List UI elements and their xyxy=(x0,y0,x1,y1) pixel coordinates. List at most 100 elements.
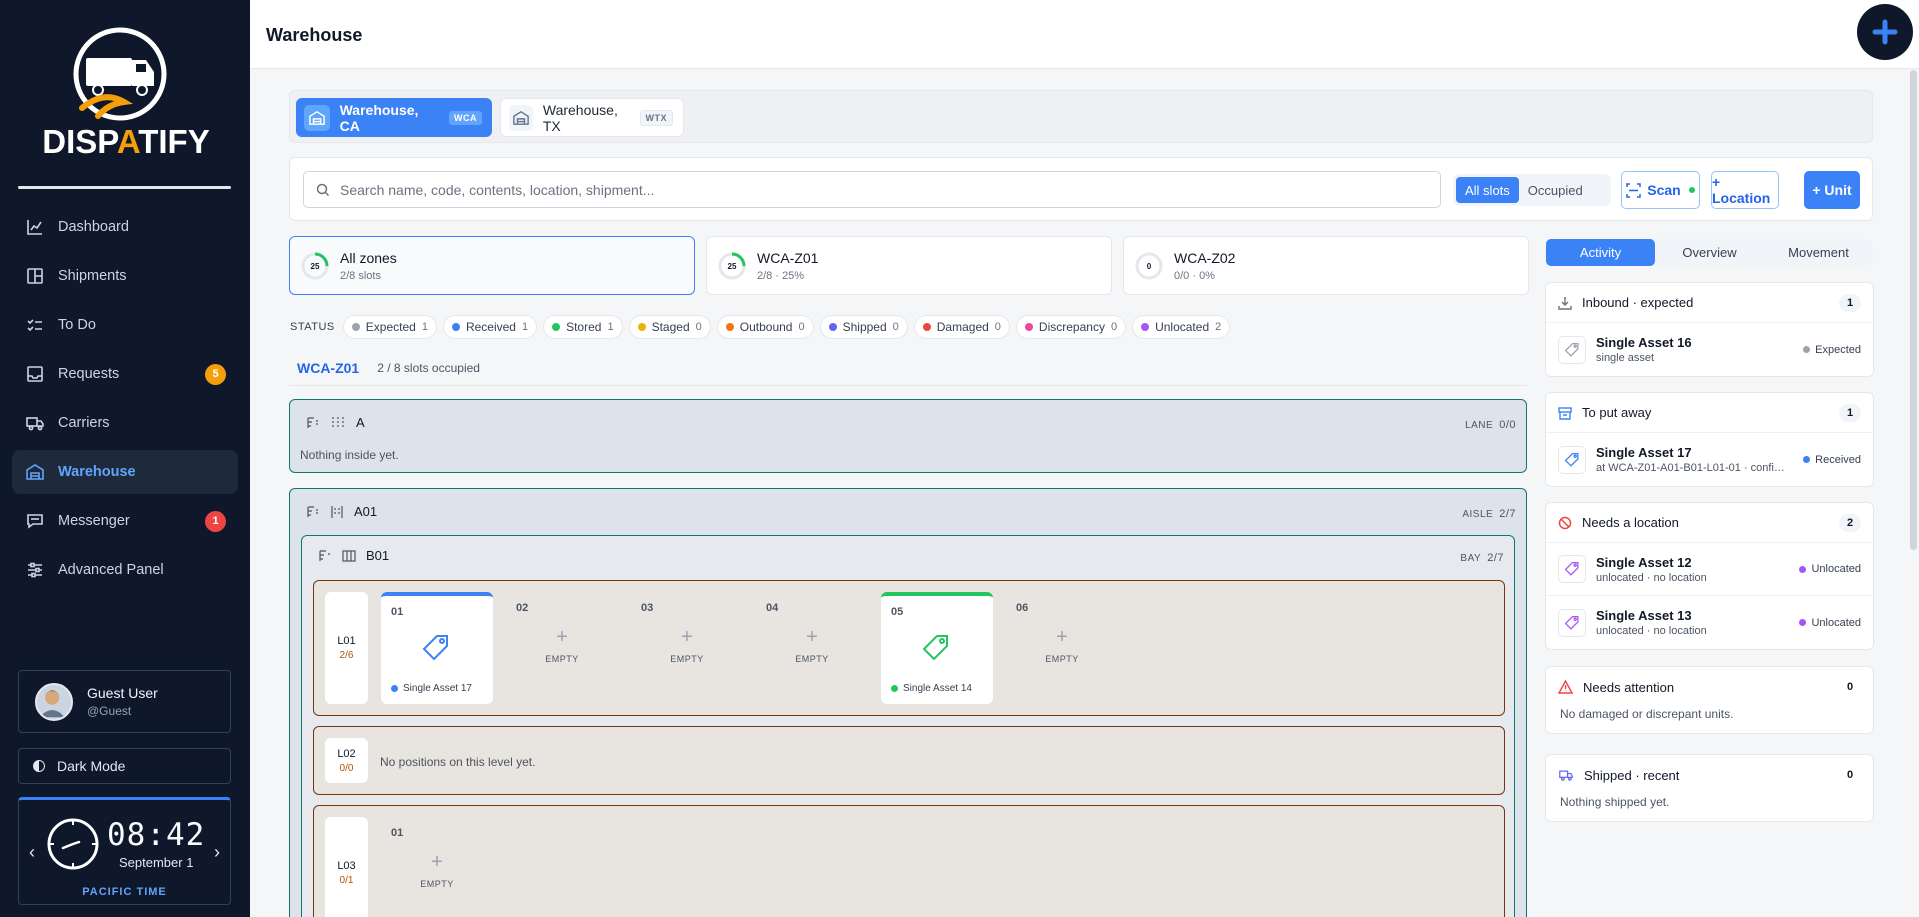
chip-label: Discrepancy xyxy=(1038,320,1105,334)
quick-add-button[interactable] xyxy=(1857,4,1913,60)
status-chip-damaged[interactable]: Damaged 0 xyxy=(913,315,1010,339)
dark-mode-toggle[interactable]: Dark Mode xyxy=(18,748,231,784)
hierarchy-icon xyxy=(319,549,330,561)
scan-label: Scan xyxy=(1647,182,1681,198)
slot-content: Single Asset 17 xyxy=(391,683,472,694)
status-chip-unlocated[interactable]: Unlocated 2 xyxy=(1132,315,1231,339)
status-chip-expected[interactable]: Expected 1 xyxy=(342,315,437,339)
download-icon xyxy=(1558,296,1572,310)
slot-number: 01 xyxy=(391,606,404,618)
filter-all-slots[interactable]: All slots xyxy=(1456,177,1519,203)
sidebar-item-shipments[interactable]: Shipments xyxy=(12,254,238,298)
list-item[interactable]: Single Asset 13 unlocated · no location U… xyxy=(1546,596,1873,649)
clock-timezone: PACIFIC TIME xyxy=(82,886,167,898)
slot-01[interactable]: 01 + EMPTY xyxy=(381,817,493,917)
card-count: 0 xyxy=(1846,769,1854,781)
status-chip-received[interactable]: Received 1 xyxy=(442,315,538,339)
aisle-card[interactable]: A01 AISLE 2/7 B01 BAY 2/7 L01 2/6 01 Singl… xyxy=(289,488,1527,917)
chip-count: 0 xyxy=(695,321,702,333)
warehouse-code: WTX xyxy=(639,109,673,126)
zone-card-wca-z01[interactable]: 25 WCA-Z01 2/8 · 25% xyxy=(706,236,1112,295)
dispatify-logo[interactable]: DISPATIFY xyxy=(24,20,229,160)
sidebar-item-todo[interactable]: To Do xyxy=(12,303,238,347)
scan-button[interactable]: Scan xyxy=(1621,171,1700,209)
sidebar-item-dashboard[interactable]: Dashboard xyxy=(12,205,238,249)
clock-next-button[interactable]: › xyxy=(214,842,220,863)
sidebar-item-carriers[interactable]: Carriers xyxy=(12,401,238,445)
bay-name: B01 xyxy=(366,548,390,563)
zone-subtitle: 2/8 · 25% xyxy=(757,269,805,282)
status-chip-shipped[interactable]: Shipped 0 xyxy=(819,315,908,339)
level-tag[interactable]: L02 0/0 xyxy=(325,738,368,783)
sidebar-item-messenger[interactable]: Messenger 1 xyxy=(12,499,238,543)
add-location-button[interactable]: + Location xyxy=(1711,171,1779,209)
needs-attention-card: Needs attention 0 No damaged or discrepa… xyxy=(1545,666,1874,734)
page-scrollbar[interactable] xyxy=(1910,70,1917,550)
status-dot xyxy=(637,323,646,331)
tab-movement[interactable]: Movement xyxy=(1764,239,1873,266)
status-dot xyxy=(351,323,360,331)
svg-text:25: 25 xyxy=(311,262,320,271)
page-title: Warehouse xyxy=(266,25,363,45)
status-dot xyxy=(451,323,460,331)
card-count: 1 xyxy=(1839,403,1861,422)
clock-time: 08:42 xyxy=(107,817,206,853)
progress-ring: 25 xyxy=(718,252,746,279)
bay-card[interactable]: B01 BAY 2/7 L01 2/6 01 Single Asset 17 02… xyxy=(301,535,1515,917)
level-row-l03: L03 0/1 01 + EMPTY xyxy=(313,805,1505,917)
search-box xyxy=(303,171,1441,208)
search-input[interactable] xyxy=(340,181,1340,198)
zone-section-header: WCA-Z01 2 / 8 slots occupied xyxy=(297,360,480,376)
level-tag[interactable]: L01 2/6 xyxy=(325,592,368,704)
chip-label: Staged xyxy=(651,320,690,334)
status-dot xyxy=(1024,323,1033,331)
slot-number: 05 xyxy=(891,606,904,618)
user-card[interactable]: Guest User @Guest xyxy=(18,670,231,733)
lane-card[interactable]: A LANE 0/0 Nothing inside yet. xyxy=(289,399,1527,473)
slot-03[interactable]: 03 + EMPTY xyxy=(631,592,743,704)
level-count: 2/6 xyxy=(339,650,354,661)
status-badge: Received xyxy=(1803,454,1861,466)
status-chip-discrepancy[interactable]: Discrepancy 0 xyxy=(1015,315,1127,339)
list-item[interactable]: Single Asset 17 at WCA-Z01-A01-B01-L01-01… xyxy=(1546,433,1873,486)
ban-icon xyxy=(1558,516,1572,529)
slot-01[interactable]: 01 Single Asset 17 xyxy=(381,592,493,704)
plus-icon xyxy=(1872,19,1898,45)
filter-occupied[interactable]: Occupied xyxy=(1519,177,1592,203)
add-unit-button[interactable]: + Unit xyxy=(1804,171,1860,209)
tab-overview[interactable]: Overview xyxy=(1655,239,1764,266)
empty-label: EMPTY xyxy=(545,654,579,664)
clock-date: September 1 xyxy=(119,855,194,870)
status-chip-outbound[interactable]: Outbound 0 xyxy=(716,315,814,339)
sidebar-item-warehouse[interactable]: Warehouse xyxy=(12,450,238,494)
chip-label: Unlocated xyxy=(1155,320,1210,334)
checklist-icon xyxy=(27,319,42,332)
chip-label: Received xyxy=(465,320,516,334)
slot-04[interactable]: 04 + EMPTY xyxy=(756,592,868,704)
tab-activity[interactable]: Activity xyxy=(1546,239,1655,266)
clock-prev-button[interactable]: ‹ xyxy=(29,842,35,863)
sidebar-item-advanced-panel[interactable]: Advanced Panel xyxy=(12,548,238,592)
sidebar-item-requests[interactable]: Requests 5 xyxy=(12,352,238,396)
zone-card-all[interactable]: 25 All zones 2/8 slots xyxy=(289,236,695,295)
slot-02[interactable]: 02 + EMPTY xyxy=(506,592,618,704)
level-empty-message: No positions on this level yet. xyxy=(380,755,536,769)
slot-06[interactable]: 06 + EMPTY xyxy=(1006,592,1118,704)
plus-icon: + xyxy=(556,626,568,648)
list-item[interactable]: Single Asset 12 unlocated · no location U… xyxy=(1546,543,1873,596)
level-tag[interactable]: L03 0/1 xyxy=(325,817,368,917)
chip-label: Outbound xyxy=(739,320,793,334)
status-chip-staged[interactable]: Staged 0 xyxy=(628,315,711,339)
warehouse-icon xyxy=(304,104,330,131)
list-item[interactable]: Single Asset 16 single asset Expected xyxy=(1546,323,1873,376)
truck-icon xyxy=(26,417,44,431)
inbox-icon xyxy=(27,366,43,382)
zone-card-wca-z02[interactable]: 0 WCA-Z02 0/0 · 0% xyxy=(1123,236,1529,295)
zone-title: All zones xyxy=(340,249,397,266)
slot-05[interactable]: 05 Single Asset 14 xyxy=(881,592,993,704)
tag-icon xyxy=(422,635,448,661)
warehouse-tab-ca[interactable]: Warehouse, CA WCA xyxy=(296,98,492,137)
warehouse-tab-tx[interactable]: Warehouse, TX WTX xyxy=(500,98,684,137)
zone-section-name[interactable]: WCA-Z01 xyxy=(297,360,359,376)
status-chip-stored[interactable]: Stored 1 xyxy=(543,315,623,339)
